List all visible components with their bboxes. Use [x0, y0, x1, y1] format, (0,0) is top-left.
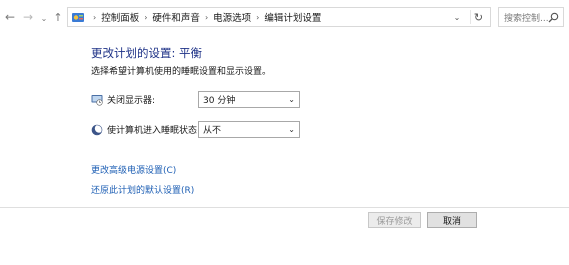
address-bar[interactable]: › 控制面板 › 硬件和声音 › 电源选项 › 编辑计划设置 ⌄ ↻	[67, 7, 491, 27]
back-arrow-icon[interactable]: ←	[4, 10, 16, 24]
turn-off-display-row: 关闭显示器:	[91, 91, 155, 108]
footer-divider	[0, 207, 569, 208]
breadcrumb-power-options[interactable]: 电源选项	[213, 10, 251, 24]
search-icon[interactable]	[548, 12, 559, 23]
forward-arrow-icon[interactable]: →	[22, 10, 34, 24]
sleep-row: 使计算机进入睡眠状态:	[91, 121, 200, 138]
search-box[interactable]: 搜索控制...	[498, 7, 564, 27]
sleep-label: 使计算机进入睡眠状态:	[107, 126, 201, 136]
control-panel-icon	[72, 13, 84, 22]
breadcrumb-edit-plan-settings[interactable]: 编辑计划设置	[264, 10, 321, 24]
chevron-down-icon: ⌄	[288, 125, 295, 134]
address-dropdown-chevron-icon[interactable]: ⌄	[450, 10, 464, 24]
breadcrumb-separator[interactable]: ›	[256, 13, 259, 22]
breadcrumb-control-panel[interactable]: 控制面板	[101, 10, 139, 24]
turn-off-display-label: 关闭显示器:	[107, 96, 156, 106]
page-title: 更改计划的设置: 平衡	[91, 46, 203, 60]
turn-off-display-value: 30 分钟	[203, 96, 236, 106]
sleep-value: 从不	[203, 126, 222, 136]
search-input[interactable]: 搜索控制...	[504, 11, 549, 24]
navigation-bar: ← → ⌄ ↑ › 控制面板 › 硬件和声音 › 电源选项 › 编辑计划设置 ⌄…	[0, 0, 569, 33]
refresh-icon[interactable]: ↻	[470, 10, 486, 24]
save-changes-button[interactable]: 保存修改	[368, 212, 421, 228]
breadcrumb-separator: ›	[93, 12, 97, 22]
chevron-down-icon: ⌄	[288, 95, 295, 104]
moon-icon	[91, 123, 103, 135]
cancel-button[interactable]: 取消	[427, 212, 477, 228]
turn-off-display-select[interactable]: 30 分钟 ⌄	[198, 91, 300, 108]
breadcrumb-separator[interactable]: ›	[205, 13, 208, 22]
sleep-select[interactable]: 从不 ⌄	[198, 121, 300, 138]
breadcrumb-hardware-and-sound[interactable]: 硬件和声音	[152, 10, 200, 24]
advanced-power-settings-link[interactable]: 更改高级电源设置(C)	[91, 163, 176, 176]
monitor-icon	[91, 94, 103, 106]
recent-locations-chevron-icon[interactable]: ⌄	[38, 11, 50, 25]
up-arrow-icon[interactable]: ↑	[52, 10, 64, 24]
breadcrumb-separator[interactable]: ›	[144, 13, 147, 22]
page-subtitle: 选择希望计算机使用的睡眠设置和显示设置。	[91, 67, 272, 77]
restore-defaults-link[interactable]: 还原此计划的默认设置(R)	[91, 183, 194, 196]
